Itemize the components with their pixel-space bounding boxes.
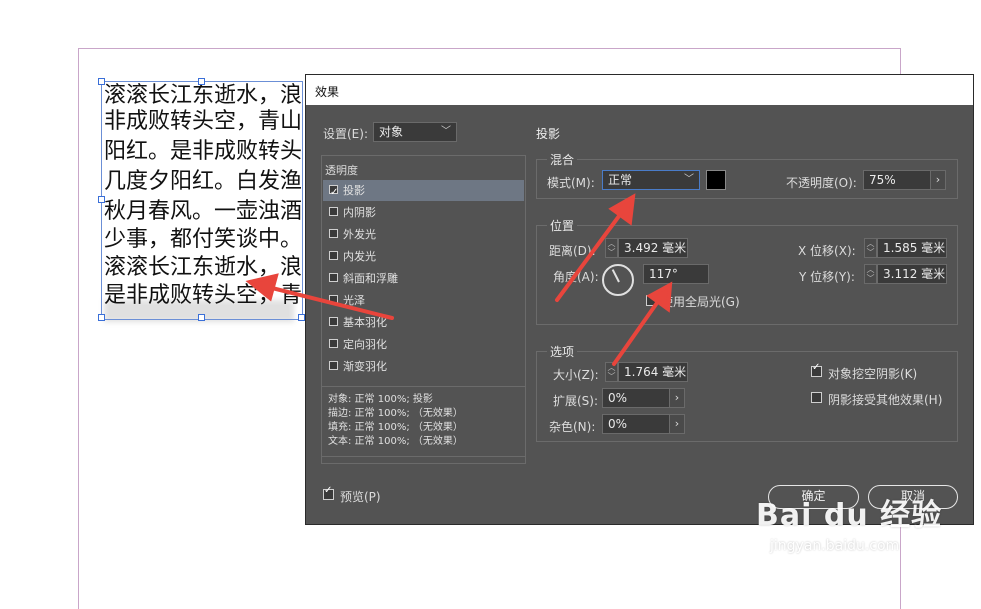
arrowhead-icon — [245, 273, 279, 302]
baidu-watermark: Bai du 经验 — [756, 498, 943, 533]
baidu-watermark-url: jingyan.baidu.com — [770, 538, 900, 554]
annotation-arrow-line — [612, 298, 661, 366]
annotation-arrow-line — [266, 285, 394, 320]
annotation-arrow-line — [555, 210, 624, 302]
